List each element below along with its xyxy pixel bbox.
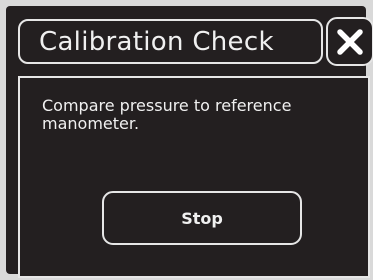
calibration-dialog: Calibration Check Compare pressure to re… [6, 6, 373, 278]
dialog-body: Compare pressure to reference manometer.… [18, 76, 370, 278]
dialog-title: Calibration Check [39, 27, 274, 57]
dialog-header: Calibration Check [18, 19, 323, 64]
dialog-message: Compare pressure to reference manometer. [42, 96, 292, 133]
stop-button[interactable]: Stop [102, 191, 302, 245]
close-button[interactable] [326, 17, 373, 66]
stop-button-label: Stop [181, 208, 223, 228]
close-icon [337, 28, 363, 55]
